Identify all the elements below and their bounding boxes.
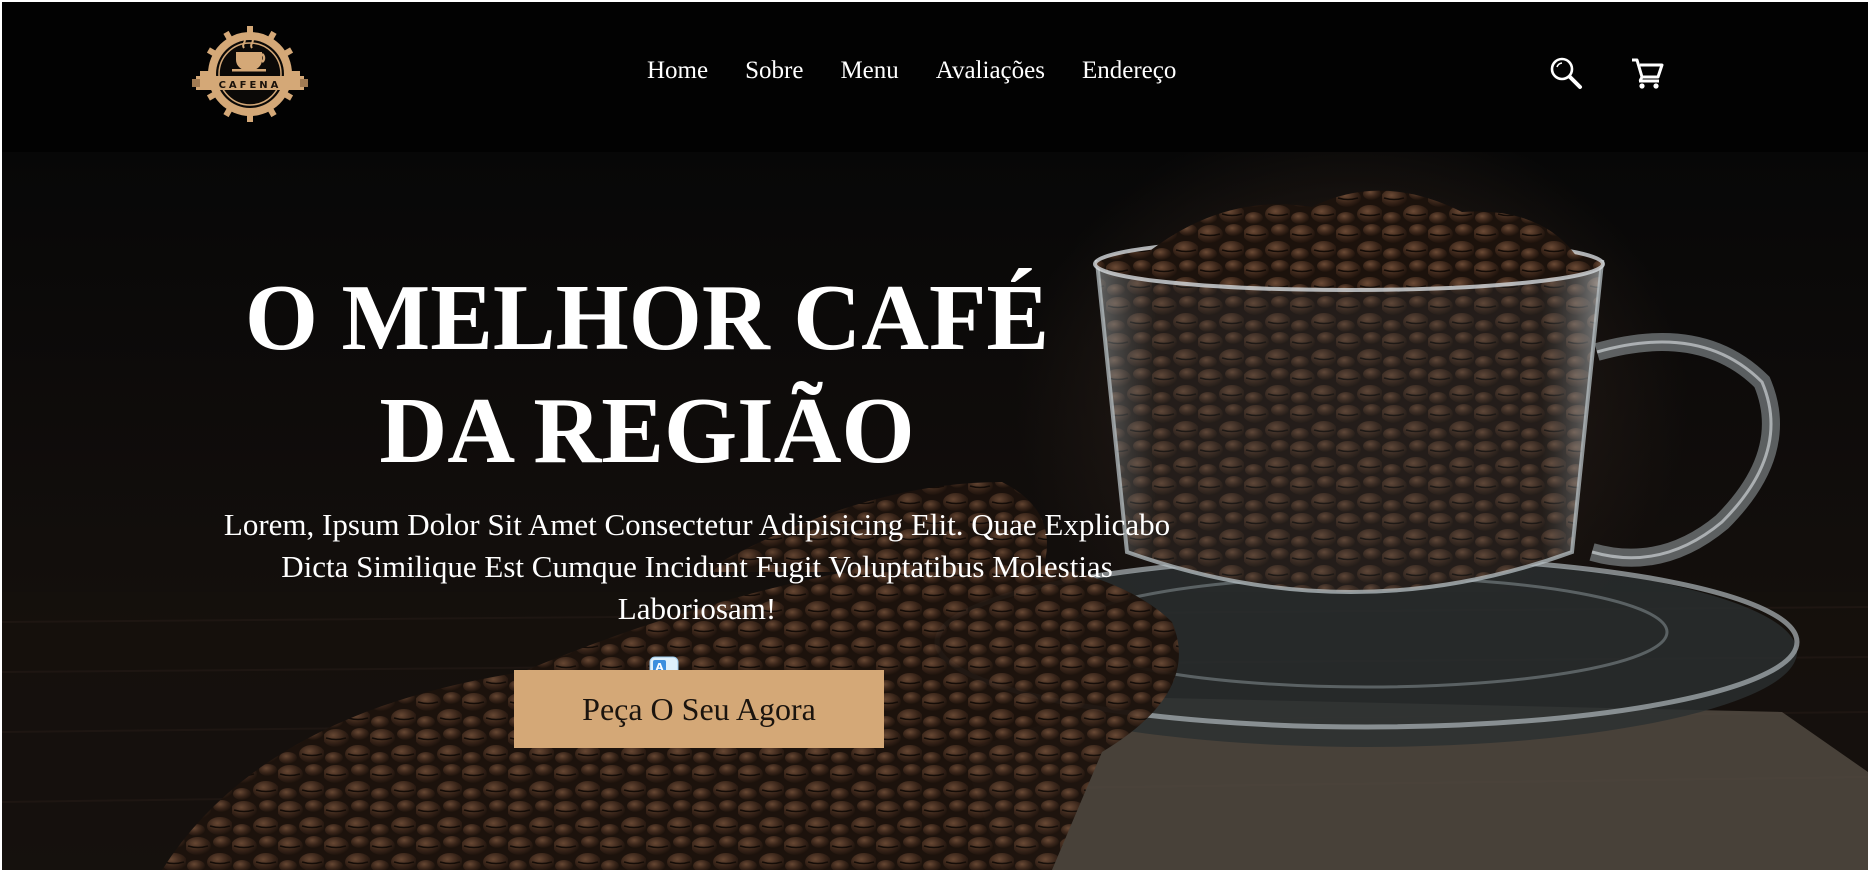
site-header: CAFENA Home Sobre Menu Avaliações Endere…	[2, 2, 1868, 152]
hero-section: O MELHOR CAFÉ DA REGIÃO Lorem, Ipsum Dol…	[2, 152, 1868, 870]
cart-icon	[1632, 58, 1664, 89]
nav-item-endereco[interactable]: Endereço	[1082, 58, 1176, 83]
logo-text: CAFENA	[218, 80, 282, 91]
nav-item-menu[interactable]: Menu	[840, 58, 898, 83]
order-now-button[interactable]: Peça O Seu Agora	[514, 670, 884, 748]
search-icon	[1550, 57, 1582, 89]
hero-description: Lorem, Ipsum Dolor Sit Amet Consectetur …	[223, 507, 1171, 626]
nav-item-sobre[interactable]: Sobre	[745, 58, 803, 83]
cart-button[interactable]	[1630, 56, 1664, 90]
search-button[interactable]	[1549, 56, 1583, 90]
hero-title-line-1: O MELHOR CAFÉ	[244, 266, 1050, 370]
logo[interactable]: CAFENA	[190, 24, 310, 124]
nav-item-home[interactable]: Home	[647, 58, 708, 83]
coffee-cup-logo-icon	[192, 26, 308, 122]
page-frame: CAFENA Home Sobre Menu Avaliações Endere…	[2, 2, 1868, 870]
main-nav: Home Sobre Menu Avaliações Endereço	[647, 58, 1176, 83]
hero-title-line-2: DA REGIÃO	[379, 379, 915, 483]
hero-title: O MELHOR CAFÉ DA REGIÃO	[152, 262, 1142, 488]
nav-item-avaliacoes[interactable]: Avaliações	[936, 58, 1045, 83]
